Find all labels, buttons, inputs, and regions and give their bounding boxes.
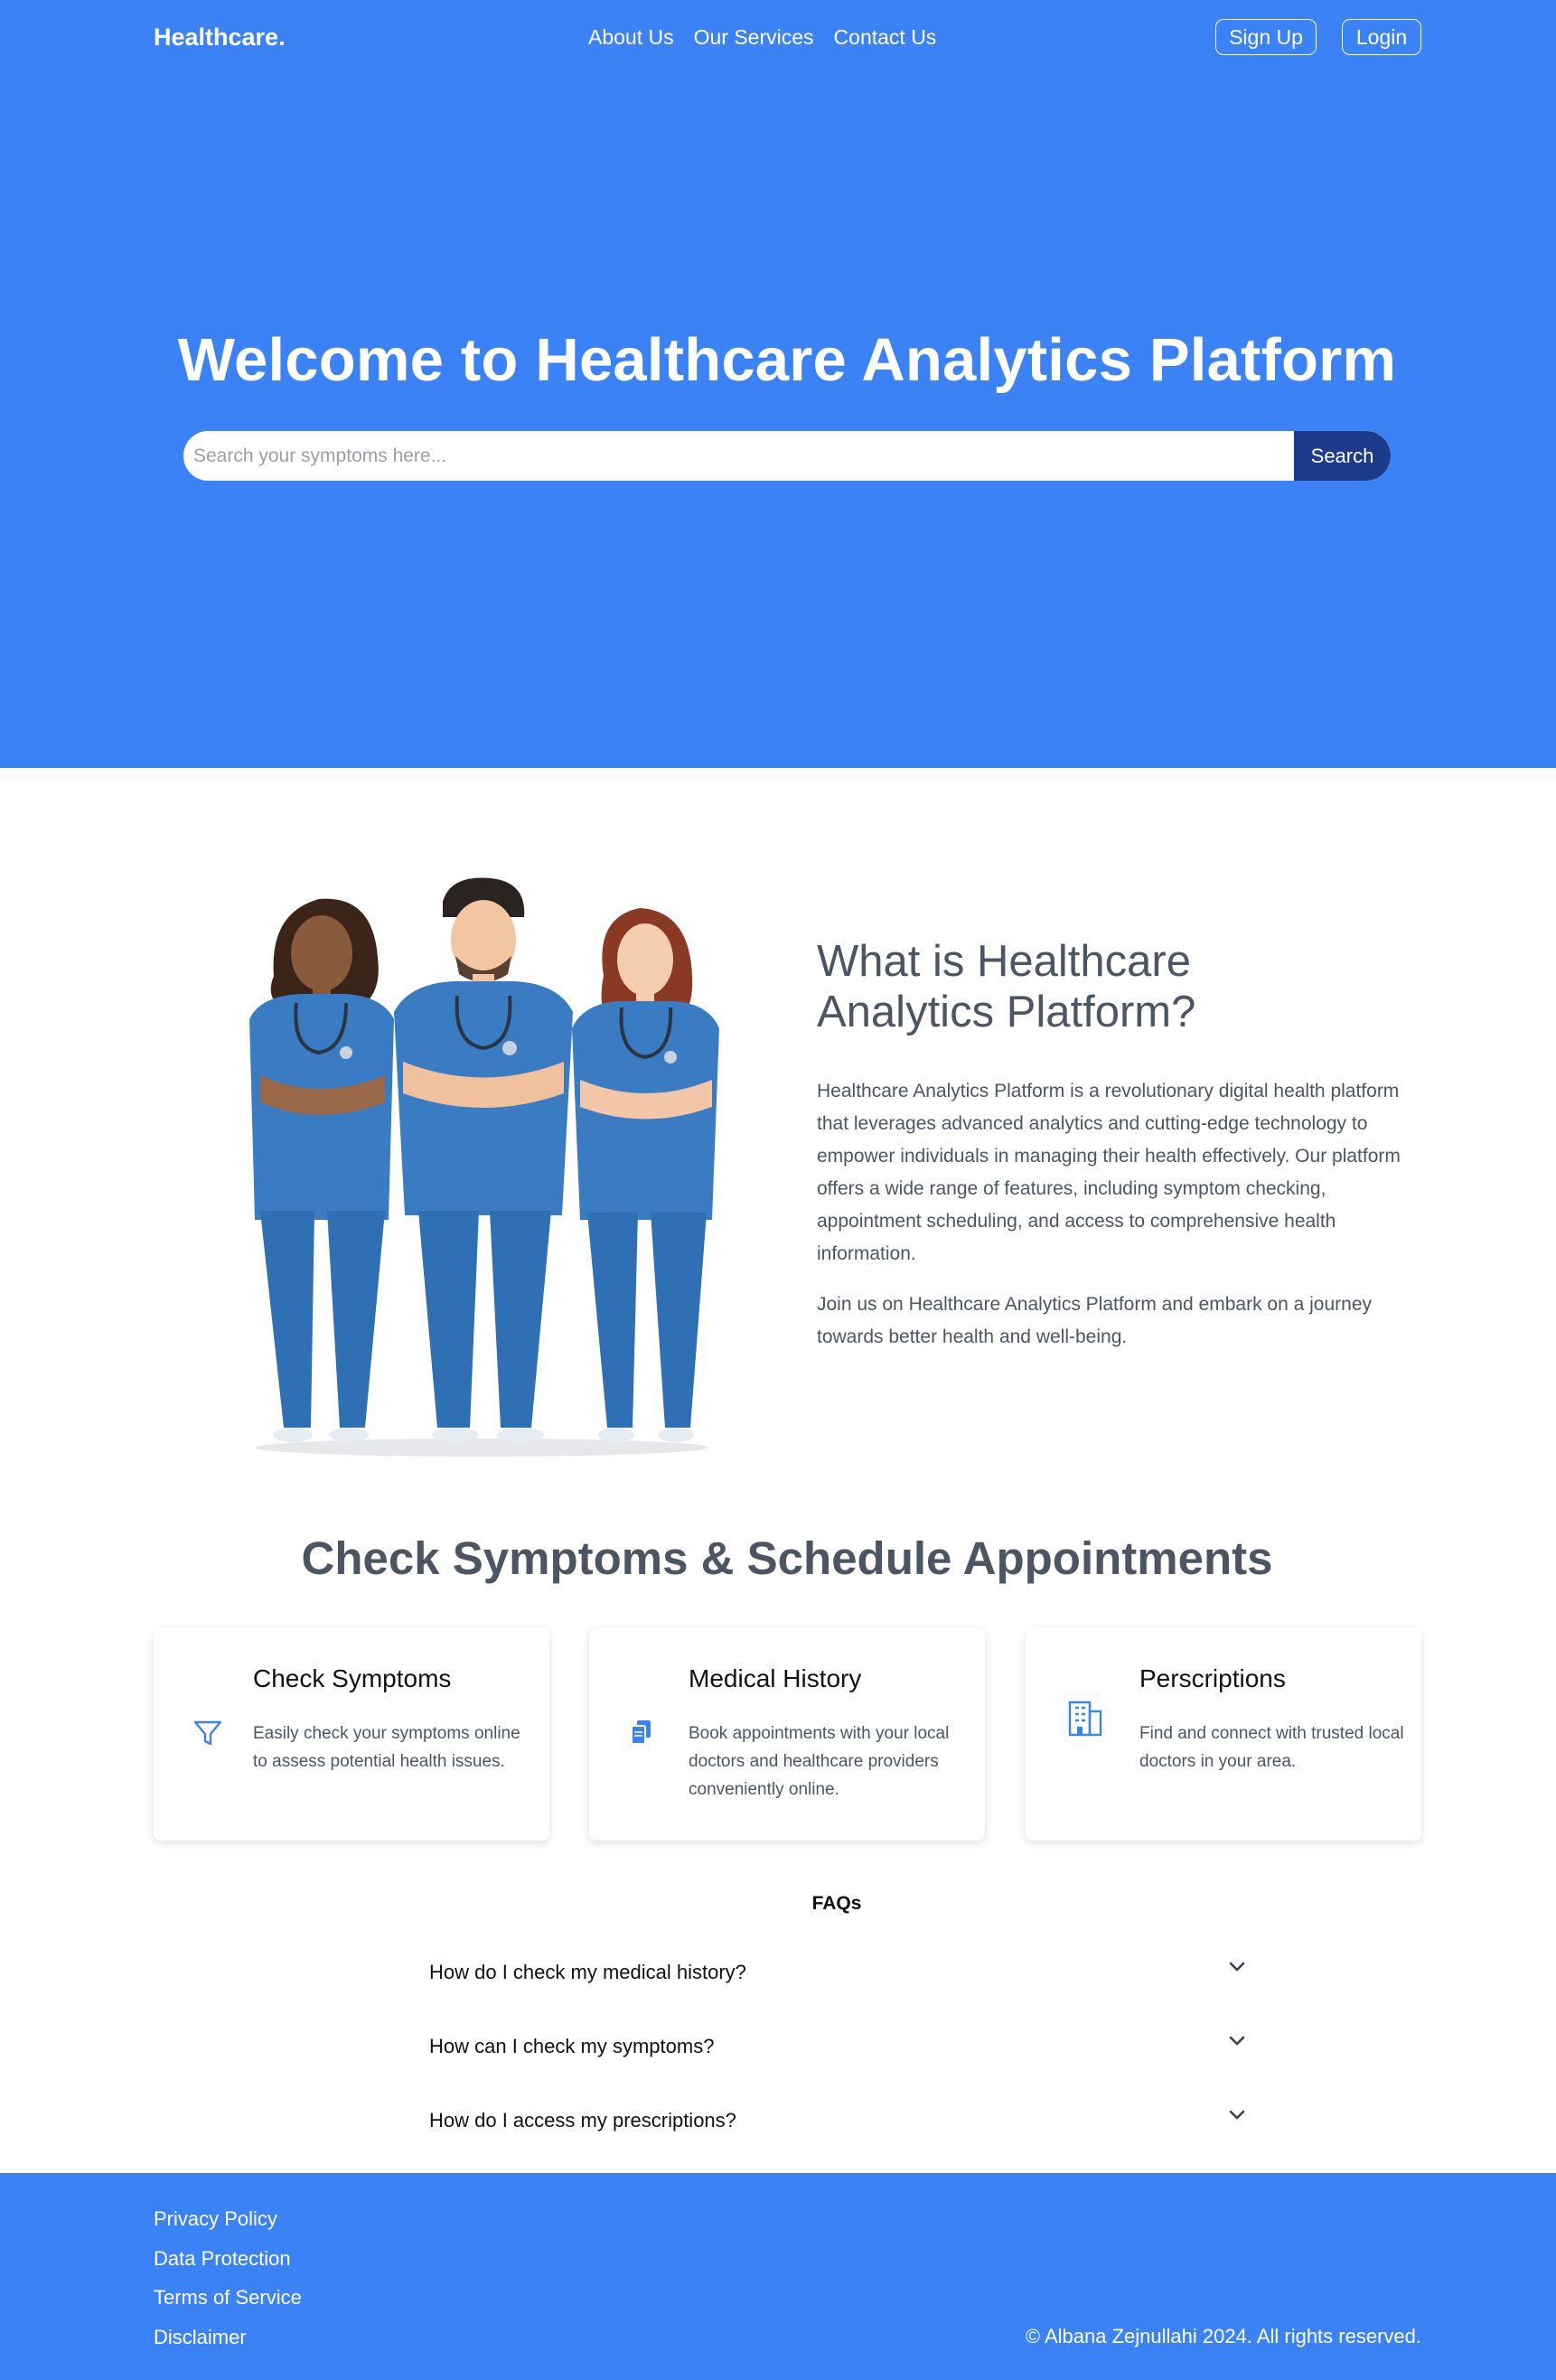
nav-our-services[interactable]: Our Services — [694, 25, 814, 50]
card-description: Book appointments with your local doctor… — [689, 1724, 950, 1799]
card-title: Check Symptoms — [253, 1664, 452, 1692]
service-card-check-symptoms[interactable]: Check Symptoms Easily check your symptom… — [154, 1628, 549, 1841]
doctor-right — [572, 908, 719, 1442]
service-card-medical-history[interactable]: Medical History Book appointments with y… — [589, 1628, 985, 1841]
nav-about-us[interactable]: About Us — [588, 25, 674, 50]
card-description: Easily check your symptoms online to ass… — [253, 1724, 520, 1771]
hero-title: Welcome to Healthcare Analytics Platform — [177, 326, 1397, 394]
faq-question: How can I check my symptoms? — [429, 2035, 715, 2057]
faq-item[interactable]: How can I check my symptoms? — [429, 2031, 1247, 2067]
footer-link-terms-of-service[interactable]: Terms of Service — [154, 2286, 302, 2310]
services-title: Check Symptoms & Schedule Appointments — [301, 1532, 1273, 1584]
footer-link-disclaimer[interactable]: Disclaimer — [154, 2326, 247, 2349]
copyright-text: © Albana Zejnullahi 2024. All rights res… — [1025, 2325, 1421, 2347]
symptom-search-input[interactable] — [183, 431, 1294, 481]
faq-question: How do I check my medical history? — [429, 1961, 746, 1983]
faq-item[interactable]: How do I access my prescriptions? — [429, 2105, 1247, 2141]
faq-item[interactable]: How do I check my medical history? — [429, 1957, 1247, 1993]
footer-link-data-protection[interactable]: Data Protection — [154, 2247, 291, 2271]
brand-logo[interactable]: Healthcare. — [154, 23, 286, 52]
main-nav: About Us Our Services Contact Us — [588, 25, 936, 50]
footer-link-privacy-policy[interactable]: Privacy Policy — [154, 2207, 277, 2231]
card-title: Medical History — [689, 1664, 862, 1692]
service-card-prescriptions[interactable]: Perscriptions Find and connect with trus… — [1026, 1628, 1421, 1841]
doctors-illustration — [233, 876, 730, 1459]
card-description: Find and connect with trusted local doct… — [1139, 1724, 1404, 1771]
documents-icon — [623, 1715, 660, 1751]
faq-heading: FAQs — [811, 1893, 862, 1914]
faq-question: How do I access my prescriptions? — [429, 2109, 736, 2132]
login-button[interactable]: Login — [1342, 19, 1421, 55]
chevron-down-icon[interactable] — [1227, 2031, 1247, 2051]
chevron-down-icon[interactable] — [1227, 1957, 1247, 1977]
search-button[interactable]: Search — [1294, 431, 1391, 481]
symptom-search-bar: Search — [183, 431, 1391, 481]
hero-section: Healthcare. About Us Our Services Contac… — [0, 0, 1556, 768]
signup-button[interactable]: Sign Up — [1215, 19, 1317, 55]
about-paragraph-2: Join us on Healthcare Analytics Platform… — [817, 1294, 1372, 1347]
building-icon — [1065, 1699, 1105, 1738]
card-title: Perscriptions — [1139, 1664, 1286, 1692]
about-title: What is Healthcare Analytics Platform? — [817, 937, 1196, 1036]
chevron-down-icon[interactable] — [1227, 2105, 1247, 2125]
filter-icon — [190, 1715, 226, 1751]
nav-contact-us[interactable]: Contact Us — [834, 25, 937, 50]
doctor-left — [249, 898, 394, 1442]
doctor-middle — [394, 877, 573, 1442]
about-paragraph-1: Healthcare Analytics Platform is a revol… — [817, 1081, 1401, 1264]
